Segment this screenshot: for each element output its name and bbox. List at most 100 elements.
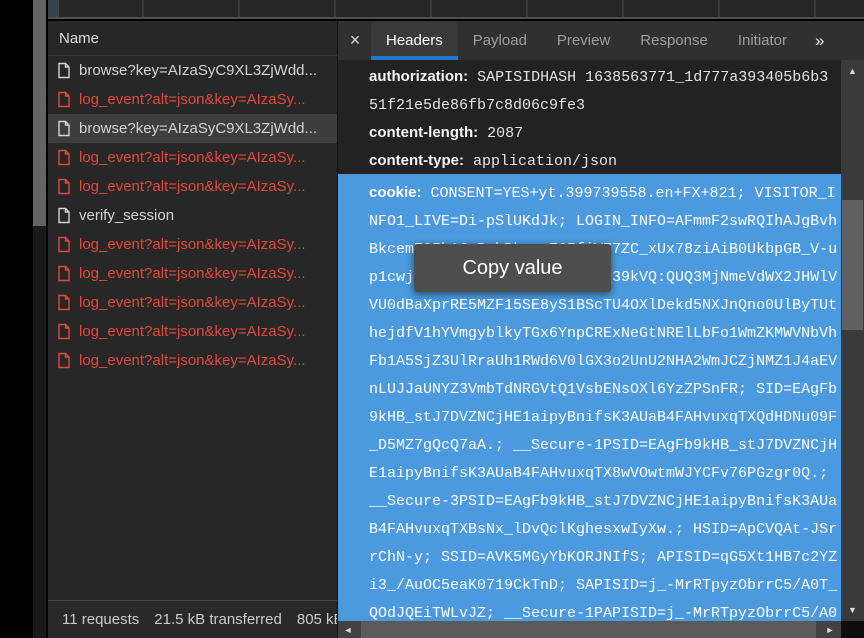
header-value: QOdJQEiTWLvJZ; __Secure-1PAPISID=j_-MrRT… (369, 605, 837, 621)
horizontal-scrollbar[interactable]: ◄ ► (338, 621, 841, 638)
header-line: content-type: application/json (369, 147, 841, 175)
header-value: application/json (473, 153, 617, 170)
request-name: log_event?alt=json&key=AIzaSy... (79, 265, 306, 282)
file-icon (57, 323, 71, 340)
background-scrollbar-thumb (33, 0, 46, 226)
cookie-line: __Secure-3PSID=EAgFb9kHB_stJ7DVZNCjHE1ai… (369, 487, 841, 515)
file-icon (57, 62, 71, 79)
cookie-line: B4FAHvuxqTXBsNx_lDvQclKghesxwIyXw.; HSID… (369, 515, 841, 543)
resources-size: 805 kB (297, 611, 337, 628)
request-details-panel: × Headers Payload Preview Response Initi… (337, 21, 864, 638)
request-row[interactable]: browse?key=AIzaSyC9XL3ZjWdd... (48, 56, 337, 85)
cookie-line: hejdfV1hYVmgyblkyTGx6YnpCRExNeGtNRElLbFo… (369, 319, 841, 347)
request-row[interactable]: log_event?alt=json&key=AIzaSy... (48, 172, 337, 201)
cookie-line: 9kHB_stJ7DVZNCjHE1aipyBnifsK3AUaB4FAHvux… (369, 403, 841, 431)
request-row[interactable]: log_event?alt=json&key=AIzaSy... (48, 259, 337, 288)
request-row[interactable]: log_event?alt=json&key=AIzaSy... (48, 346, 337, 375)
header-line: authorization:SAPISIDHASH 1638563771_1d7… (369, 63, 841, 91)
name-column-header[interactable]: Name (48, 21, 337, 56)
header-value: 2087 (487, 125, 523, 142)
header-value: CONSENT=YES+yt.399739558.en+FX+821; VISI… (431, 185, 836, 202)
cookie-line: i3_/AuOC5eaK0719CkTnD; SAPISID=j_-MrRTpy… (369, 571, 841, 599)
request-list: browse?key=AIzaSyC9XL3ZjWdd... log_event… (48, 56, 337, 375)
header-name: content-length: (369, 124, 478, 141)
request-row[interactable]: log_event?alt=json&key=AIzaSy... (48, 143, 337, 172)
header-value: 9kHB_stJ7DVZNCjHE1aipyBnifsK3AUaB4FAHvux… (369, 409, 837, 426)
header-line: 51f21e5de86fb7c8d06c9fe3 (369, 91, 841, 119)
header-name: authorization: (369, 68, 468, 85)
headers-content: authorization:SAPISIDHASH 1638563771_1d7… (338, 60, 841, 621)
request-name: browse?key=AIzaSyC9XL3ZjWdd... (79, 120, 317, 137)
timeline-selection (48, 0, 59, 17)
file-icon (57, 265, 71, 282)
cookie-line: rChN-y; SSID=AVK5MGyYbKORJNIfS; APISID=q… (369, 543, 841, 571)
cookie-line: E1aipyBnifsK3AUaB4FAHvuxqTX8wVOwtmWJYCFv… (369, 459, 841, 487)
horizontal-scrollbar-thumb[interactable] (361, 621, 816, 638)
background-window-scrollbar (33, 0, 46, 638)
header-value: _D5MZ7gQcQ7aA.; __Secure-1PSID=EAgFb9kHB… (369, 437, 837, 454)
header-value: Fb1A5SjZ3UlRraUh1RWd6V0lGX3o2UnU2NHA2WmJ… (369, 353, 837, 370)
request-name: log_event?alt=json&key=AIzaSy... (79, 91, 306, 108)
vertical-scrollbar[interactable]: ▲ ▼ (841, 60, 864, 621)
request-row[interactable]: log_event?alt=json&key=AIzaSy... (48, 317, 337, 346)
request-name: log_event?alt=json&key=AIzaSy... (79, 352, 306, 369)
network-requests-panel: Name browse?key=AIzaSyC9XL3ZjWdd... (48, 21, 337, 638)
header-value: 51f21e5de86fb7c8d06c9fe3 (369, 97, 585, 114)
cookie-header-selected[interactable]: cookie:CONSENT=YES+yt.399739558.en+FX+82… (338, 174, 841, 621)
tab-label: Initiator (738, 32, 787, 49)
close-icon[interactable]: × (347, 21, 363, 60)
request-row[interactable]: log_event?alt=json&key=AIzaSy... (48, 288, 337, 317)
vertical-scrollbar-thumb[interactable] (842, 200, 863, 330)
request-name: log_event?alt=json&key=AIzaSy... (79, 236, 306, 253)
request-name: log_event?alt=json&key=AIzaSy... (79, 149, 306, 166)
scroll-up-icon[interactable]: ▲ (841, 60, 864, 82)
file-icon (57, 352, 71, 369)
header-value: NFO1_LIVE=Di-pSlUKdJk; LOGIN_INFO=AFmmF2… (369, 213, 837, 230)
details-tab[interactable]: Response (625, 21, 723, 60)
details-tabs: Headers Payload Preview Response Initiat… (371, 21, 802, 60)
request-name: log_event?alt=json&key=AIzaSy... (79, 294, 306, 311)
header-value: B4FAHvuxqTXBsNx_lDvQclKghesxwIyXw.; HSID… (369, 521, 837, 538)
details-tab[interactable]: Preview (542, 21, 625, 60)
scroll-right-icon[interactable]: ► (819, 621, 841, 638)
cookie-line: NFO1_LIVE=Di-pSlUKdJk; LOGIN_INFO=AFmmF2… (369, 207, 841, 235)
request-row[interactable]: log_event?alt=json&key=AIzaSy... (48, 85, 337, 114)
header-list: authorization:SAPISIDHASH 1638563771_1d7… (338, 60, 841, 175)
details-tab[interactable]: Payload (458, 21, 542, 60)
cookie-line: VU0dBaXprRE5MZF15SE8yS1BScTU4OXlDekd5NXJ… (369, 291, 841, 319)
transferred-size: 21.5 kB transferred (154, 611, 282, 628)
network-summary-bar: 11 requests 21.5 kB transferred 805 kB (48, 600, 337, 638)
cookie-line: cookie:CONSENT=YES+yt.399739558.en+FX+82… (369, 179, 841, 207)
tab-label: Payload (473, 32, 527, 49)
tab-label: Headers (386, 32, 443, 49)
request-row[interactable]: log_event?alt=json&key=AIzaSy... (48, 230, 337, 259)
header-value: hejdfV1hYVmgyblkyTGx6YnpCRExNeGtNRElLbFo… (369, 325, 837, 342)
network-overview-timeline[interactable] (48, 0, 864, 19)
header-value: nLUJJaUNYZ3VmbTdNRGVtQ1VsbENsOXl6YzZPSnF… (369, 381, 837, 398)
header-name: content-type: (369, 152, 464, 169)
request-name: verify_session (79, 207, 174, 224)
header-line: content-length: 2087 (369, 119, 841, 147)
details-tab[interactable]: Initiator (723, 21, 802, 60)
header-value: E1aipyBnifsK3AUaB4FAHvuxqTX8wVOwtmWJYCFv… (369, 465, 828, 482)
scroll-down-icon[interactable]: ▼ (841, 599, 864, 621)
cookie-line: Fb1A5SjZ3UlRraUh1RWd6V0lGX3o2UnU2NHA2WmJ… (369, 347, 841, 375)
request-row[interactable]: verify_session (48, 201, 337, 230)
header-value: VU0dBaXprRE5MZF15SE8yS1BScTU4OXlDekd5NXJ… (369, 297, 837, 314)
copy-value-menu-item[interactable]: Copy value (414, 244, 611, 292)
cookie-line: nLUJJaUNYZ3VmbTdNRGVtQ1VsbENsOXl6YzZPSnF… (369, 375, 841, 403)
more-tabs-chevron-icon[interactable]: » (815, 21, 824, 60)
header-value: __Secure-3PSID=EAgFb9kHB_stJ7DVZNCjHE1ai… (369, 493, 837, 510)
header-value: i3_/AuOC5eaK0719CkTnD; SAPISID=j_-MrRTpy… (369, 577, 837, 594)
file-icon (57, 207, 71, 224)
details-tab[interactable]: Headers (371, 21, 458, 60)
file-icon (57, 120, 71, 137)
tab-label: Preview (557, 32, 610, 49)
cookie-line: QOdJQEiTWLvJZ; __Secure-1PAPISID=j_-MrRT… (369, 599, 841, 621)
file-icon (57, 294, 71, 311)
request-row[interactable]: browse?key=AIzaSyC9XL3ZjWdd... (48, 114, 337, 143)
scroll-left-icon[interactable]: ◄ (338, 621, 358, 638)
request-count: 11 requests (62, 611, 139, 628)
file-icon (57, 236, 71, 253)
cookie-line: _D5MZ7gQcQ7aA.; __Secure-1PSID=EAgFb9kHB… (369, 431, 841, 459)
